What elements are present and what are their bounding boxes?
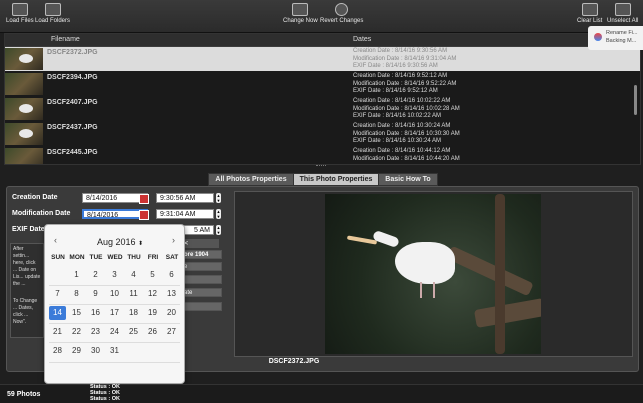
calendar-icon[interactable]: [139, 210, 149, 220]
unselect-icon: [614, 3, 631, 16]
calendar-day[interactable]: 4: [125, 268, 142, 282]
calendar-day[interactable]: 5: [144, 268, 161, 282]
calendar-day[interactable]: 25: [125, 325, 142, 339]
photo-preview: [234, 191, 633, 357]
clear-list-button[interactable]: Clear List: [577, 3, 602, 24]
table-row[interactable]: DSCF2437.JPG Creation Date : 8/14/16 10:…: [5, 122, 640, 146]
folder-photo-icon: [44, 3, 61, 16]
tab-all-photos-properties[interactable]: All Photos Properties: [208, 173, 294, 186]
calendar-day[interactable]: 22: [68, 325, 85, 339]
calendar-day[interactable]: 26: [144, 325, 161, 339]
calendar-day[interactable]: 14: [49, 306, 66, 320]
camera-icon: [292, 3, 309, 16]
split-handle[interactable]: [316, 165, 326, 168]
tab-this-photo-properties[interactable]: This Photo Properties: [293, 173, 379, 186]
calendar-day[interactable]: 6: [163, 268, 180, 282]
extra-button[interactable]: [180, 302, 222, 311]
table-row[interactable]: DSCF2407.JPG Creation Date : 8/14/16 10:…: [5, 97, 640, 121]
creation-time-stepper[interactable]: ▲ ▼: [216, 193, 221, 203]
calendar-day[interactable]: 8: [68, 287, 85, 301]
photo-image: [325, 194, 541, 354]
document-icon: [581, 3, 598, 16]
calendar-day[interactable]: 13: [163, 287, 180, 301]
load-folders-button[interactable]: Load Folders: [35, 3, 70, 24]
calendar-day[interactable]: 1: [68, 268, 85, 282]
thumbnail: [5, 73, 43, 95]
unselect-all-button[interactable]: Unselect All: [607, 3, 638, 24]
date-picker-popup: ‹ Aug 2016 ⬍ › SUN MON TUE WED THU FRI S…: [44, 224, 185, 384]
thumbnail: [5, 123, 43, 145]
app-icon: [594, 33, 602, 41]
status-bar: 59 Photos Status : OK Status : OK Status :…: [0, 384, 643, 403]
calendar-day[interactable]: 17: [106, 306, 123, 320]
table-scrollbar[interactable]: [634, 85, 637, 115]
table-row[interactable]: DSCF2372.JPG Creation Date : 8/14/16 9:3…: [5, 47, 640, 71]
modification-time-stepper[interactable]: ▲ ▼: [216, 209, 221, 219]
next-month-button[interactable]: ›: [172, 235, 175, 245]
calendar-day[interactable]: 10: [106, 287, 123, 301]
revert-changes-button[interactable]: Revert Changes: [320, 3, 363, 24]
thumbnail: [5, 148, 43, 164]
tab-basic-how-to[interactable]: Basic How To: [378, 173, 438, 186]
calendar-day[interactable]: 3: [106, 268, 123, 282]
calendar-day[interactable]: 23: [87, 325, 104, 339]
calendar-day[interactable]: 16: [87, 306, 104, 320]
calendar-day[interactable]: 7: [49, 287, 66, 301]
property-button[interactable]: e: [180, 262, 222, 271]
photo-count: 59 Photos: [7, 391, 41, 398]
before-1904-button[interactable]: ore 1904: [180, 250, 222, 259]
calendar-day[interactable]: 11: [125, 287, 142, 301]
calendar-day[interactable]: 20: [163, 306, 180, 320]
calendar-day[interactable]: 15: [68, 306, 85, 320]
thumbnail: [5, 48, 43, 70]
calendar-day[interactable]: 31: [106, 344, 123, 358]
calendar-day[interactable]: 27: [163, 325, 180, 339]
month-year-selector[interactable]: Aug 2016 ⬍: [97, 237, 143, 247]
calendar-day[interactable]: 28: [49, 344, 66, 358]
calendar-day[interactable]: 2: [87, 268, 104, 282]
load-files-button[interactable]: Load Files: [6, 3, 34, 24]
photo-icon: [11, 3, 28, 16]
calendar-day[interactable]: 30: [87, 344, 104, 358]
file-table: Filename Dates DSCF2372.JPG Creation Dat…: [4, 33, 641, 165]
change-now-button[interactable]: Change Now: [283, 3, 318, 24]
creation-date-label: Creation Date: [12, 194, 58, 201]
calendar-day[interactable]: 24: [106, 325, 123, 339]
pelican: [395, 242, 455, 284]
calendar-day[interactable]: 12: [144, 287, 161, 301]
calendar-day[interactable]: 9: [87, 287, 104, 301]
modification-date-label: Modification Date: [12, 210, 71, 217]
dates-column-header[interactable]: Dates: [353, 36, 371, 43]
thumbnail: [5, 98, 43, 120]
date-button[interactable]: [180, 275, 222, 284]
photo-filename: DSCF2372.JPG: [268, 358, 320, 365]
calendar-day[interactable]: 19: [144, 306, 161, 320]
update-button[interactable]: ate: [180, 288, 222, 297]
calendar-day[interactable]: 21: [49, 325, 66, 339]
creation-time-field[interactable]: 9:30:56 AM: [156, 193, 214, 203]
status-list: Status : OK Status : OK Status : OK: [90, 384, 120, 402]
calendar-day[interactable]: 29: [68, 344, 85, 358]
exif-date-label: EXIF Date: [12, 226, 45, 233]
notification-banner[interactable]: Rename Fi... Backing M...: [588, 26, 643, 50]
calendar-day[interactable]: 18: [125, 306, 142, 320]
calendar-icon[interactable]: [139, 194, 149, 204]
clock-icon: [335, 3, 349, 16]
table-row[interactable]: DSCF2394.JPG Creation Date : 8/14/16 9:5…: [5, 72, 640, 96]
toolbar: Load Files Load Folders Change Now Rever…: [0, 0, 643, 33]
filename-column-header[interactable]: Filename: [51, 36, 80, 43]
modification-time-field[interactable]: 9:31:04 AM: [156, 209, 214, 219]
table-row[interactable]: DSCF2445.JPG Creation Date : 8/14/16 10:…: [5, 147, 640, 164]
exif-time-stepper[interactable]: ▲ ▼: [216, 225, 221, 235]
table-header: Filename Dates: [5, 34, 640, 47]
help-text-box: After settin... here, click ... Date on …: [10, 243, 44, 338]
prev-month-button[interactable]: ‹: [54, 235, 57, 245]
